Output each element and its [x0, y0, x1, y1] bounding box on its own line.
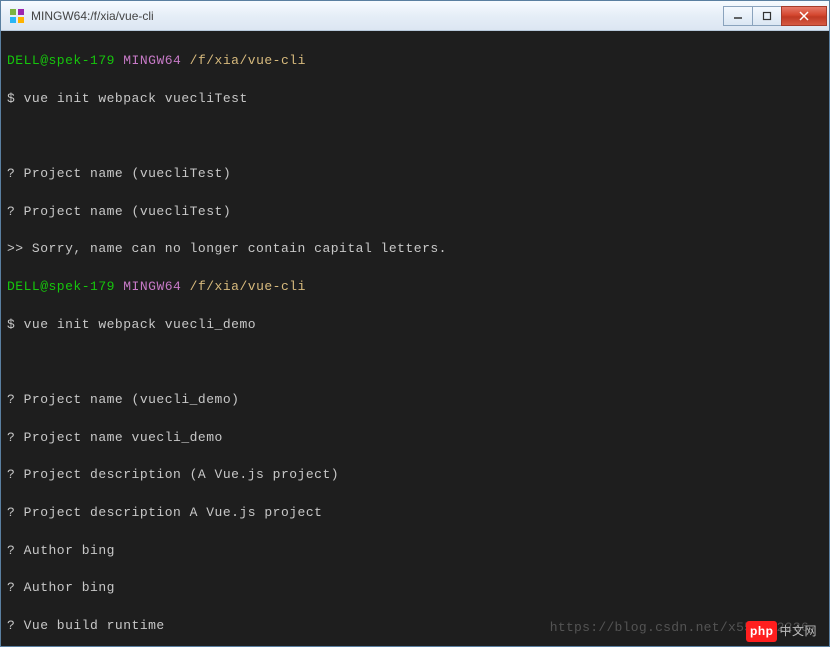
prompt-sigil: $ [7, 91, 24, 106]
prompt-env: MINGW64 [123, 53, 181, 68]
source-badge: php 中文网 [746, 621, 817, 642]
terminal-body[interactable]: DELL@spek-179 MINGW64 /f/xia/vue-cli $ v… [1, 31, 829, 646]
command-line: $ vue init webpack vuecliTest [7, 90, 823, 109]
output-error: >> Sorry, name can no longer contain cap… [7, 240, 823, 259]
prompt-line: DELL@spek-179 MINGW64 /f/xia/vue-cli [7, 52, 823, 71]
minimize-button[interactable] [723, 6, 753, 26]
command-text: vue init webpack vuecliTest [24, 91, 248, 106]
output-line: ? Author bing [7, 579, 823, 598]
badge-cn: 中文网 [779, 623, 817, 640]
prompt-line: DELL@spek-179 MINGW64 /f/xia/vue-cli [7, 278, 823, 297]
output-line: ? Project name (vuecliTest) [7, 165, 823, 184]
prompt-path: /f/xia/vue-cli [190, 53, 306, 68]
close-button[interactable] [781, 6, 827, 26]
output-line: ? Author bing [7, 542, 823, 561]
maximize-button[interactable] [752, 6, 782, 26]
prompt-user: DELL@spek-179 [7, 279, 115, 294]
command-line: $ vue init webpack vuecli_demo [7, 316, 823, 335]
app-icon [9, 8, 25, 24]
prompt-env: MINGW64 [123, 279, 181, 294]
titlebar[interactable]: MINGW64:/f/xia/vue-cli [1, 1, 829, 31]
output-line: ? Project description (A Vue.js project) [7, 466, 823, 485]
window-controls [724, 6, 827, 26]
output-line: ? Project description A Vue.js project [7, 504, 823, 523]
command-text: vue init webpack vuecli_demo [24, 317, 256, 332]
window-title: MINGW64:/f/xia/vue-cli [31, 9, 724, 23]
output-line: ? Project name (vuecli_demo) [7, 391, 823, 410]
blank-line [7, 127, 823, 146]
output-line: ? Project name (vuecliTest) [7, 203, 823, 222]
badge-php: php [746, 621, 778, 642]
prompt-path: /f/xia/vue-cli [190, 279, 306, 294]
terminal-window: MINGW64:/f/xia/vue-cli DELL@spek-179 MIN… [0, 0, 830, 647]
blank-line [7, 353, 823, 372]
prompt-user: DELL@spek-179 [7, 53, 115, 68]
prompt-sigil: $ [7, 317, 24, 332]
output-line: ? Project name vuecli_demo [7, 429, 823, 448]
